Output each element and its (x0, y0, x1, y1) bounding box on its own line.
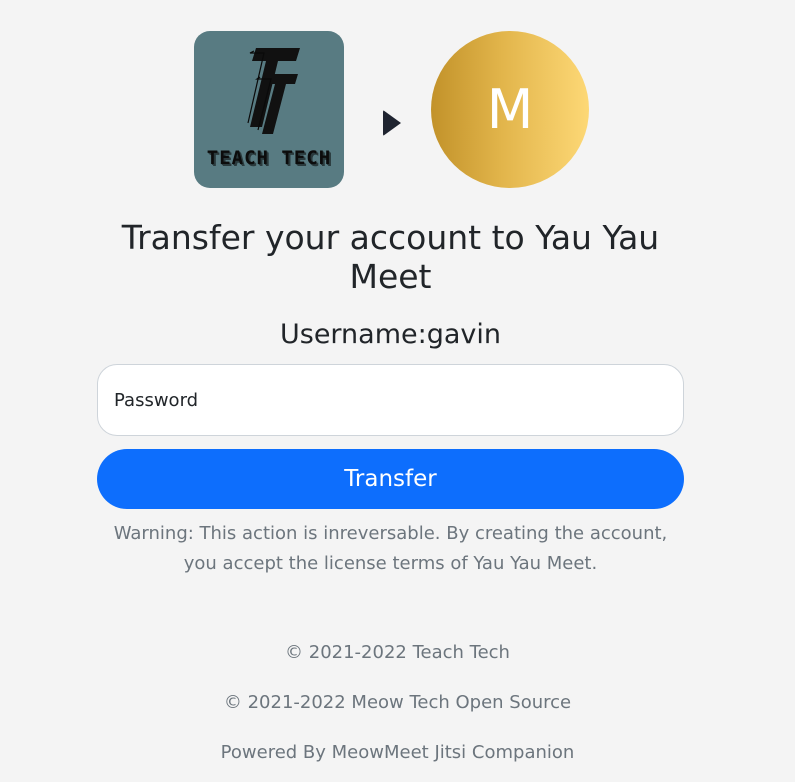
page-title: Transfer your account to Yau Yau Meet (121, 218, 660, 296)
transfer-button[interactable]: Transfer (97, 449, 684, 509)
meow-meet-logo: M (431, 31, 589, 188)
transfer-page: TEACH TECH M Transfer your account to Ya… (0, 0, 795, 782)
play-arrow-icon (383, 110, 401, 136)
username-label: Username:gavin (279, 319, 501, 350)
password-input[interactable] (97, 364, 684, 436)
teach-tech-logo: TEACH TECH (194, 31, 344, 188)
footer-copyright-teach-tech: © 2021-2022 Teach Tech (285, 642, 510, 663)
teach-tech-logo-text: TEACH TECH (206, 147, 332, 169)
footer-powered-by: Powered By MeowMeet Jitsi Companion (220, 742, 575, 763)
logo-row: TEACH TECH M (0, 31, 795, 188)
warning-text: Warning: This action is inreversable. By… (113, 523, 668, 574)
footer-copyright-meow-tech: © 2021-2022 Meow Tech Open Source (223, 692, 572, 713)
meow-meet-logo-letter: M (486, 78, 534, 141)
